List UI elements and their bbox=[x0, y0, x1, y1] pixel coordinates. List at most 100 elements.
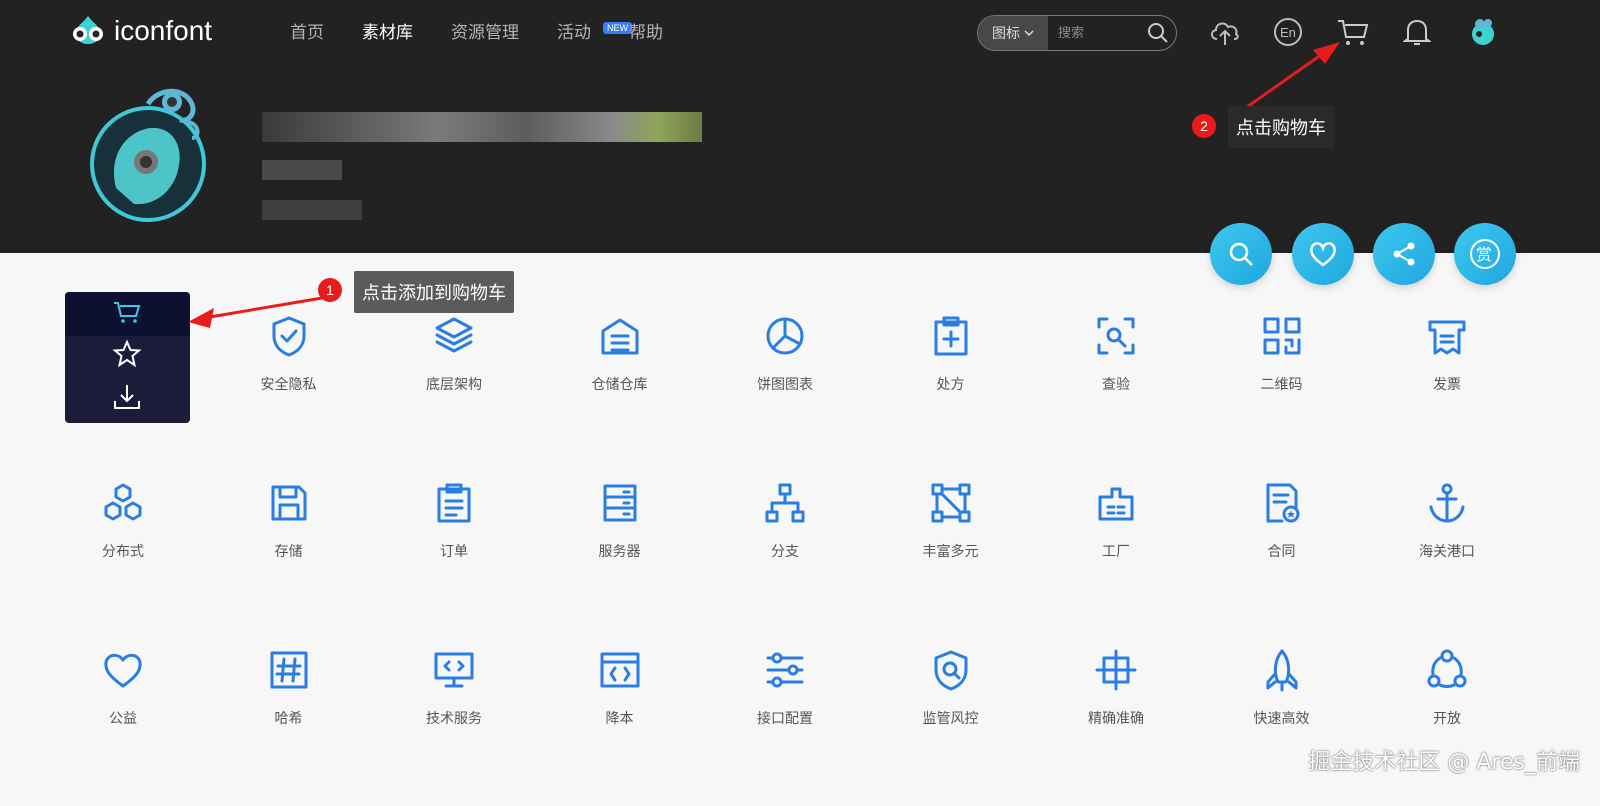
heart-outline-icon bbox=[104, 653, 142, 688]
reward-char: 赏 bbox=[1476, 245, 1492, 264]
profile-avatar bbox=[88, 78, 212, 224]
search-bar: 图标 bbox=[977, 15, 1177, 51]
svg-text:En: En bbox=[1280, 25, 1296, 40]
anchor-icon bbox=[1429, 483, 1465, 523]
watermark: 掘金技术社区 @ Ares_前端 bbox=[1308, 750, 1580, 775]
fab-search-button[interactable] bbox=[1210, 223, 1272, 285]
icon-label: 快速高效 bbox=[1253, 711, 1310, 727]
sliders-icon bbox=[766, 652, 804, 688]
contract-icon bbox=[1266, 483, 1299, 523]
search-type-select[interactable]: 图标 bbox=[978, 16, 1048, 50]
icon-label: 存储 bbox=[274, 544, 303, 560]
icon-item[interactable]: 处方 bbox=[876, 314, 1026, 394]
nav-resource-management[interactable]: 资源管理 bbox=[451, 18, 519, 43]
monitor-code-icon bbox=[434, 652, 474, 688]
icon-item[interactable]: 海关港口 bbox=[1372, 481, 1522, 561]
nav-material-library[interactable]: 素材库 bbox=[362, 18, 413, 43]
icon-item[interactable]: 分支 bbox=[710, 481, 860, 561]
icon-item[interactable]: 服务器 bbox=[545, 481, 695, 561]
chameleon-logo-icon bbox=[73, 16, 103, 44]
notification-button[interactable] bbox=[1400, 15, 1434, 49]
pie-chart-icon bbox=[766, 317, 804, 355]
icon-label: 分布式 bbox=[102, 544, 144, 560]
reward-icon: 赏 bbox=[1470, 239, 1500, 269]
icon-item[interactable]: 查验 bbox=[1041, 314, 1191, 394]
icon-item[interactable]: 发票 bbox=[1372, 314, 1522, 394]
icon-item[interactable]: 快速高效 bbox=[1207, 648, 1357, 728]
icon-item[interactable]: 安全隐私 bbox=[214, 314, 364, 394]
qrcode-icon bbox=[1263, 317, 1300, 355]
nav-help[interactable]: 帮助 bbox=[629, 18, 663, 43]
cart-icon bbox=[1338, 20, 1369, 45]
icon-item[interactable]: 存储 bbox=[214, 481, 364, 561]
nav-home[interactable]: 首页 bbox=[290, 18, 324, 43]
logo-text: iconfont bbox=[114, 15, 213, 46]
icon-label: 丰富多元 bbox=[922, 544, 979, 560]
fab-reward-button[interactable]: 赏 bbox=[1454, 223, 1516, 285]
icon-label: 技术服务 bbox=[426, 711, 482, 727]
icon-item[interactable]: 开放 bbox=[1372, 648, 1522, 728]
icon-item[interactable]: 仓储仓库 bbox=[545, 314, 695, 394]
fab-favorite-button[interactable] bbox=[1292, 223, 1354, 285]
icon-label: 订单 bbox=[440, 544, 468, 560]
layers-icon bbox=[435, 317, 473, 353]
icon-label: 饼图图表 bbox=[757, 377, 813, 393]
icon-item[interactable]: 哈希 bbox=[214, 648, 364, 728]
icon-label: 接口配置 bbox=[757, 711, 813, 727]
icon-item[interactable]: 订单 bbox=[379, 481, 529, 561]
nav-activity[interactable]: 活动 NEW bbox=[557, 18, 632, 43]
scan-search-icon bbox=[1097, 317, 1135, 355]
icon-item[interactable]: 技术服务 bbox=[379, 648, 529, 728]
icon-item[interactable]: 公益 bbox=[48, 648, 198, 728]
icon-item[interactable]: 合同 bbox=[1207, 481, 1357, 561]
save-icon bbox=[271, 485, 306, 521]
icon-item[interactable]: 分布式 bbox=[48, 481, 198, 561]
hash-icon bbox=[270, 651, 307, 689]
share-icon bbox=[1393, 242, 1415, 266]
hover-add-cart[interactable] bbox=[65, 292, 190, 336]
fab-share-button[interactable] bbox=[1373, 223, 1435, 285]
icon-item[interactable]: 二维码 bbox=[1207, 314, 1357, 394]
icon-label: 底层架构 bbox=[426, 377, 482, 393]
icon-item[interactable]: 降本 bbox=[545, 648, 695, 728]
rocket-icon bbox=[1266, 649, 1297, 692]
language-en-icon: En bbox=[1274, 18, 1302, 46]
icon-label: 查验 bbox=[1102, 377, 1130, 393]
icon-label: 处方 bbox=[936, 377, 965, 393]
shield-search-icon bbox=[934, 650, 967, 691]
icon-item[interactable]: 精确准确 bbox=[1041, 648, 1191, 728]
search-button[interactable] bbox=[1140, 22, 1176, 44]
icon-label: 安全隐私 bbox=[260, 377, 317, 393]
search-input[interactable] bbox=[1048, 24, 1140, 42]
star-icon[interactable] bbox=[112, 339, 142, 369]
distributed-icon bbox=[104, 483, 142, 521]
user-avatar-icon bbox=[1472, 19, 1494, 45]
icon-label: 工厂 bbox=[1102, 544, 1130, 560]
prescription-icon bbox=[934, 316, 967, 356]
icon-label: 精确准确 bbox=[1088, 711, 1144, 727]
icon-label: 分支 bbox=[771, 544, 799, 560]
icon-item[interactable]: 监管风控 bbox=[876, 648, 1026, 728]
header-cart-button[interactable] bbox=[1336, 15, 1370, 49]
icon-item[interactable]: 底层架构 bbox=[379, 314, 529, 394]
annotation-1-marker: 1 bbox=[318, 278, 342, 302]
icon-item[interactable]: 工厂 bbox=[1041, 481, 1191, 561]
language-button[interactable]: En bbox=[1271, 15, 1305, 49]
icon-label: 公益 bbox=[109, 711, 137, 727]
icon-hover-actions bbox=[65, 292, 190, 423]
icon-label: 开放 bbox=[1433, 711, 1461, 727]
icon-item[interactable]: 丰富多元 bbox=[876, 481, 1026, 561]
icon-item[interactable]: 饼图图表 bbox=[710, 314, 860, 394]
user-avatar-button[interactable] bbox=[1466, 15, 1500, 49]
upload-button[interactable] bbox=[1208, 15, 1242, 49]
icon-item[interactable]: 接口配置 bbox=[710, 648, 860, 728]
warehouse-icon bbox=[601, 318, 638, 355]
shield-check-icon bbox=[272, 316, 305, 357]
heart-icon bbox=[1310, 242, 1336, 267]
download-icon[interactable] bbox=[112, 382, 142, 412]
icon-label: 仓储仓库 bbox=[591, 377, 648, 393]
iconfont-logo[interactable]: iconfont bbox=[68, 14, 212, 48]
icon-label: 海关港口 bbox=[1419, 544, 1475, 560]
search-icon bbox=[1229, 242, 1253, 266]
branch-icon bbox=[765, 483, 805, 523]
